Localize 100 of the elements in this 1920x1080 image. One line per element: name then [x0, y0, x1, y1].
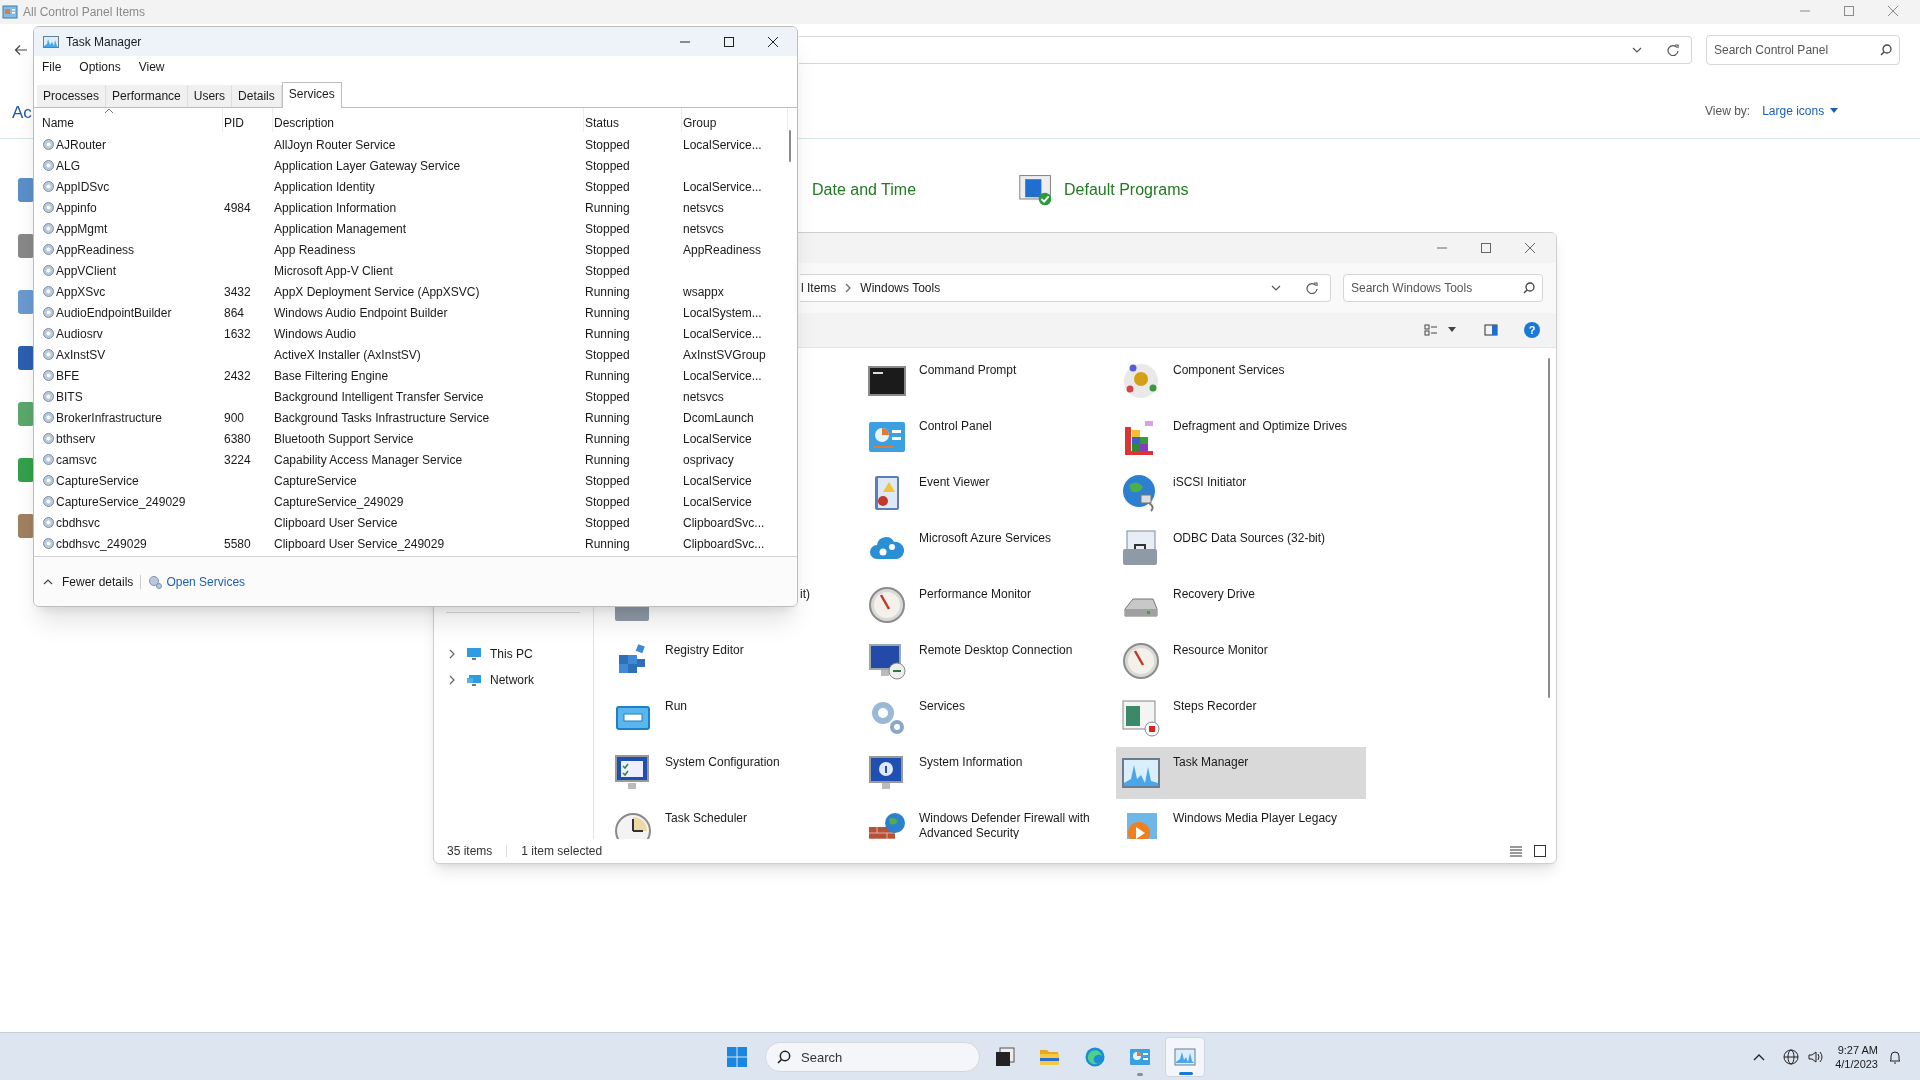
- column-header[interactable]: Group: [682, 108, 788, 132]
- control-panel-link[interactable]: Default Programs: [1064, 178, 1189, 202]
- tool-item[interactable]: ODBC Data Sources (32-bit): [1116, 523, 1366, 575]
- scrollbar-thumb[interactable]: [789, 130, 791, 162]
- breadcrumb-item[interactable]: Windows Tools: [860, 279, 941, 297]
- gear-icon: [42, 180, 55, 193]
- description-cell-text: Background Tasks Infrastructure Service: [274, 409, 490, 427]
- gears-icon: [148, 574, 163, 589]
- status-cell-text: Stopped: [585, 346, 630, 364]
- description-cell-text: Base Filtering Engine: [274, 367, 389, 385]
- window-title: All Control Panel Items: [23, 4, 146, 21]
- tab[interactable]: Processes: [37, 85, 107, 107]
- pid-cell-text: 864: [224, 304, 245, 322]
- control-panel-link[interactable]: Date and Time: [812, 178, 917, 202]
- clock[interactable]: 9:27 AM 4/1/2023: [1835, 1043, 1878, 1071]
- tool-item[interactable]: Services: [862, 691, 1112, 743]
- tab[interactable]: Details: [232, 85, 282, 107]
- search-field[interactable]: Search: [765, 1042, 980, 1072]
- globe-icon[interactable]: [1783, 1049, 1800, 1065]
- network-icon: [466, 673, 482, 687]
- scrollbar-thumb[interactable]: [1548, 358, 1550, 698]
- menu-item[interactable]: Options: [78, 58, 122, 76]
- tool-item[interactable]: Defragment and Optimize Drives: [1116, 411, 1366, 463]
- column-header[interactable]: PID: [223, 108, 273, 132]
- open-services-link[interactable]: Open Services: [148, 572, 246, 591]
- tab[interactable]: Services: [281, 82, 342, 108]
- tool-item[interactable]: Control Panel: [862, 411, 1112, 463]
- tool-item[interactable]: Command Prompt: [862, 355, 1112, 407]
- description-cell-text: Application Information: [274, 199, 397, 217]
- gear-icon: [42, 495, 55, 508]
- view-dropdown[interactable]: Large icons: [1762, 102, 1839, 120]
- description-cell-text: Application Management: [274, 220, 407, 238]
- back-arrow-icon[interactable]: [14, 44, 28, 56]
- tool-item[interactable]: Event Viewer: [862, 467, 1112, 519]
- menu-item[interactable]: File: [41, 58, 63, 76]
- tool-item[interactable]: Task Manager: [1116, 747, 1366, 799]
- maximize-icon[interactable]: [723, 35, 735, 48]
- service-name: camsvc: [56, 451, 97, 469]
- column-header[interactable]: Name: [41, 108, 223, 132]
- gear-icon: [42, 138, 55, 151]
- tool-item[interactable]: Run: [608, 691, 858, 743]
- tool-item[interactable]: Component Services: [1116, 355, 1366, 407]
- breadcrumb-item[interactable]: l Items: [801, 279, 837, 297]
- tool-item[interactable]: Resource Monitor: [1116, 635, 1366, 687]
- gear-icon: [42, 516, 55, 529]
- service-name: bthserv: [56, 430, 96, 448]
- tool-item[interactable]: iSCSI Initiator: [1116, 467, 1366, 519]
- search-field[interactable]: Search Windows Tools: [1343, 274, 1543, 302]
- view-options-icon[interactable]: [1424, 324, 1438, 336]
- tree-item[interactable]: This PC: [446, 641, 593, 667]
- stacked-windows-icon: [994, 1046, 1016, 1068]
- preview-pane-icon[interactable]: [1484, 324, 1498, 336]
- notification-icon[interactable]: [1888, 1050, 1902, 1064]
- monitor-check-badge-icon: [1018, 172, 1054, 208]
- close-icon[interactable]: [767, 35, 779, 48]
- tool-item[interactable]: Task Scheduler: [608, 803, 858, 839]
- tree-item[interactable]: Network: [446, 667, 593, 693]
- pid-cell-text: 4984: [224, 199, 251, 217]
- tool-item[interactable]: System Information: [862, 747, 1112, 799]
- tool-item[interactable]: it): [800, 587, 810, 602]
- menu-item[interactable]: View: [137, 58, 166, 76]
- tool-item[interactable]: Windows Media Player Legacy: [1116, 803, 1366, 839]
- page-heading: Ac: [12, 103, 32, 122]
- pid-cell-text: 5580: [224, 535, 251, 553]
- caret-icon: [1830, 108, 1839, 114]
- gear-icon: [42, 285, 55, 298]
- description-cell-text: Capability Access Manager Service: [274, 451, 463, 469]
- fewer-details-button[interactable]: Fewer details: [43, 572, 134, 591]
- status-cell-text: Running: [585, 451, 630, 469]
- search-field[interactable]: Search Control Panel: [1706, 35, 1900, 65]
- tool-item[interactable]: Steps Recorder: [1116, 691, 1366, 743]
- column-header[interactable]: Description: [273, 108, 584, 132]
- group-cell-text: netsvcs: [683, 388, 724, 406]
- tool-item[interactable]: Performance Monitor: [862, 579, 1112, 631]
- description-cell-text: Clipboard User Service_249029: [274, 535, 445, 553]
- tool-item[interactable]: Registry Editor: [608, 635, 858, 687]
- gear-icon: [42, 327, 55, 340]
- description-cell-text: ActiveX Installer (AxInstSV): [274, 346, 421, 364]
- gear-icon: [42, 243, 55, 256]
- column-header[interactable]: Status: [584, 108, 682, 132]
- speaker-icon[interactable]: [1807, 1049, 1824, 1065]
- tab[interactable]: Users: [187, 85, 233, 107]
- status-cell-text: Stopped: [585, 514, 630, 532]
- address-bar[interactable]: l Items Windows Tools: [800, 274, 1331, 302]
- status-cell-text: Running: [585, 325, 630, 343]
- caret-icon[interactable]: [1448, 327, 1456, 333]
- description-cell-text: Bluetooth Support Service: [274, 430, 414, 448]
- service-name: Appinfo: [56, 199, 97, 217]
- tool-item[interactable]: Windows Defender Firewall with Advanced Security: [862, 803, 1112, 839]
- tool-item[interactable]: System Configuration: [608, 747, 858, 799]
- service-name: AJRouter: [56, 136, 107, 154]
- large-icons-view-icon[interactable]: [1534, 845, 1546, 857]
- tool-item[interactable]: Recovery Drive: [1116, 579, 1366, 631]
- tool-item[interactable]: Remote Desktop Connection: [862, 635, 1112, 687]
- tool-item[interactable]: Microsoft Azure Services: [862, 523, 1112, 575]
- group-cell-text: ClipboardSvc...: [683, 535, 765, 553]
- details-view-icon[interactable]: [1510, 845, 1522, 857]
- tab[interactable]: Performance: [106, 85, 188, 107]
- chevron-up-icon[interactable]: [1753, 1053, 1766, 1061]
- help-button[interactable]: ?: [1524, 322, 1540, 338]
